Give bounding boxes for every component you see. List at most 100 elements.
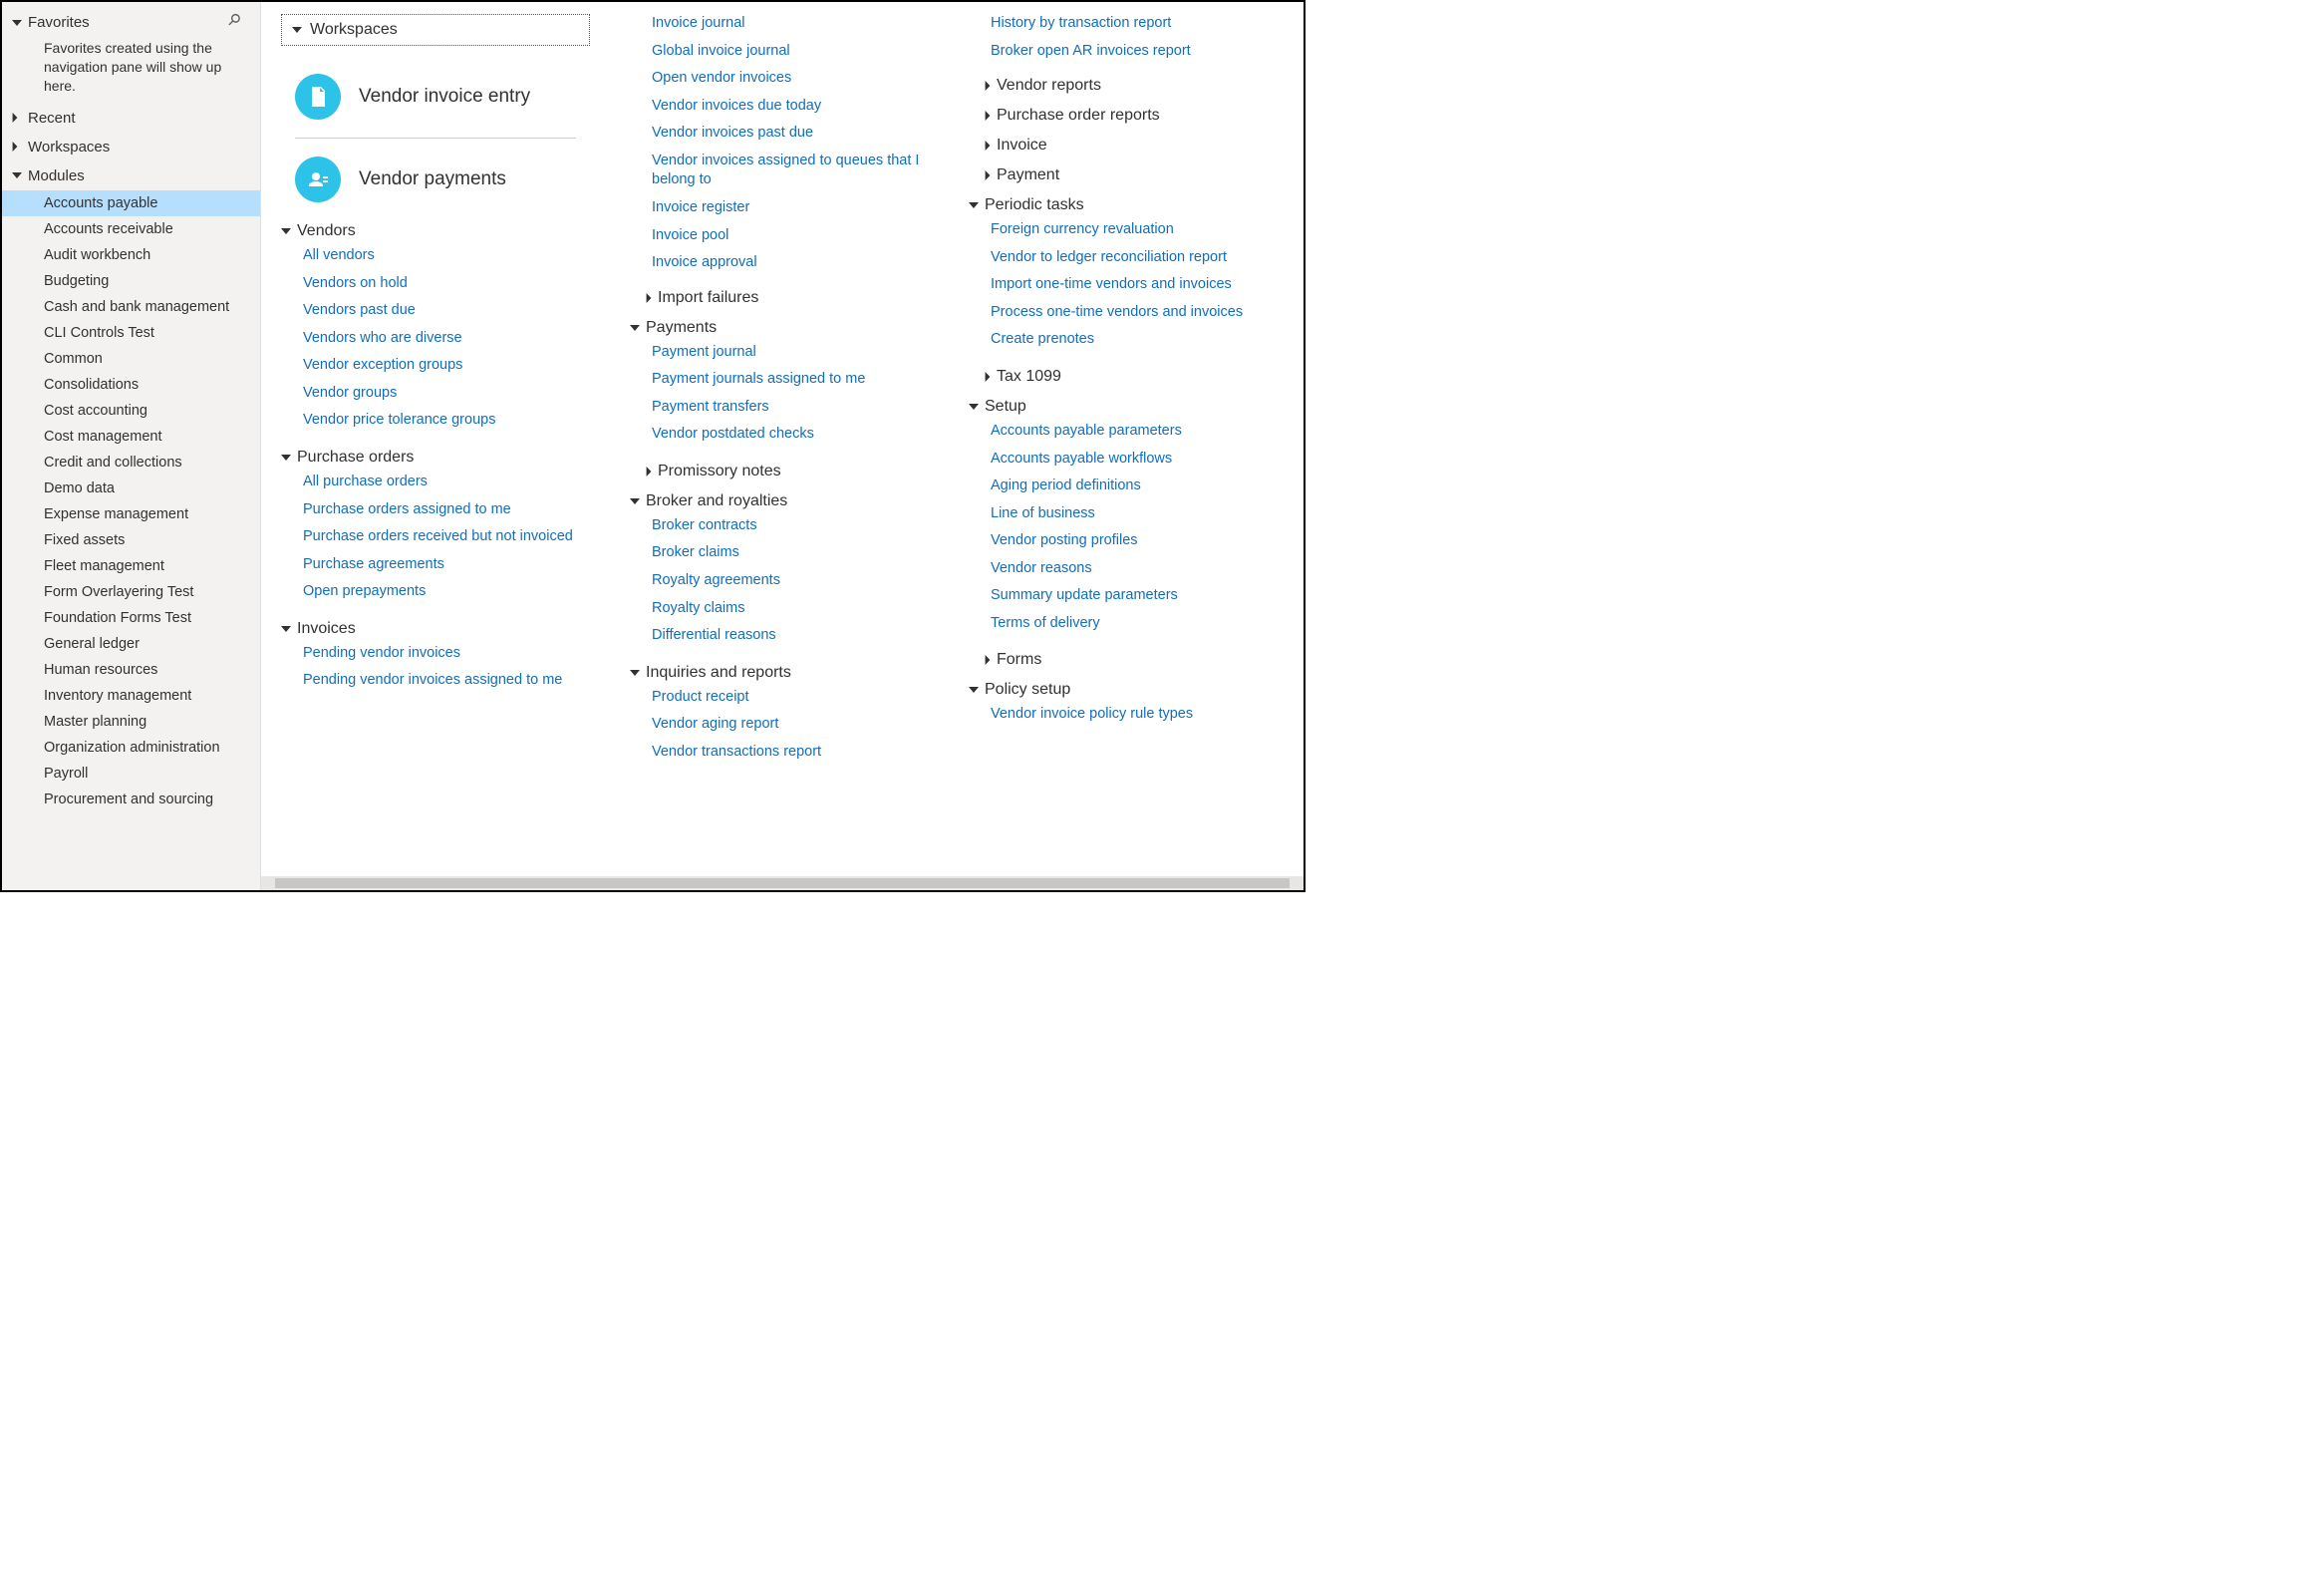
group-header[interactable]: Broker and royalties bbox=[630, 484, 929, 514]
link-item[interactable]: Broker open AR invoices report bbox=[969, 42, 1278, 62]
horizontal-scrollbar[interactable] bbox=[261, 876, 1304, 890]
link-item[interactable]: Create prenotes bbox=[991, 330, 1278, 350]
link-item[interactable]: Open prepayments bbox=[303, 582, 590, 602]
link-item[interactable]: Invoice register bbox=[630, 198, 929, 218]
link-item[interactable]: Pending vendor invoices bbox=[303, 644, 590, 664]
nav-module-item[interactable]: Cost management bbox=[2, 424, 260, 450]
nav-section-recent[interactable]: Recent bbox=[2, 104, 260, 133]
nav-module-item[interactable]: Credit and collections bbox=[2, 450, 260, 476]
nav-module-item[interactable]: Consolidations bbox=[2, 372, 260, 398]
link-item[interactable]: Invoice approval bbox=[630, 253, 929, 273]
link-item[interactable]: Vendor posting profiles bbox=[991, 531, 1278, 551]
nav-module-item[interactable]: Accounts receivable bbox=[2, 216, 260, 242]
link-item[interactable]: Vendor groups bbox=[303, 384, 590, 404]
link-item[interactable]: Royalty agreements bbox=[652, 571, 929, 591]
link-item[interactable]: Vendor aging report bbox=[652, 715, 929, 735]
nav-module-item[interactable]: Demo data bbox=[2, 476, 260, 501]
nav-module-item[interactable]: Payroll bbox=[2, 761, 260, 787]
nav-module-item[interactable]: Cash and bank management bbox=[2, 294, 260, 320]
link-item[interactable]: Royalty claims bbox=[652, 599, 929, 619]
link-item[interactable]: Process one-time vendors and invoices bbox=[991, 303, 1278, 323]
link-item[interactable]: Vendor reasons bbox=[991, 559, 1278, 579]
group-header[interactable]: Payments bbox=[630, 311, 929, 341]
link-item[interactable]: Differential reasons bbox=[652, 626, 929, 646]
link-item[interactable]: Pending vendor invoices assigned to me bbox=[303, 671, 590, 691]
nav-section-workspaces[interactable]: Workspaces bbox=[2, 133, 260, 161]
link-item[interactable]: All purchase orders bbox=[303, 473, 590, 492]
link-item[interactable]: History by transaction report bbox=[969, 14, 1278, 34]
link-item[interactable]: Vendor invoice policy rule types bbox=[991, 705, 1278, 725]
sidebar-scroll[interactable]: Favorites Favorites created using the na… bbox=[2, 2, 260, 890]
link-item[interactable]: Invoice pool bbox=[630, 226, 929, 246]
group-header[interactable]: Periodic tasks bbox=[969, 188, 1278, 218]
group-header[interactable]: Vendor reports bbox=[969, 69, 1278, 99]
link-item[interactable]: Global invoice journal bbox=[630, 42, 929, 62]
link-item[interactable]: Summary update parameters bbox=[991, 586, 1278, 606]
main-scroll[interactable]: Workspaces Vendor invoice entry Vendor p… bbox=[261, 2, 1304, 876]
group-header[interactable]: Purchase order reports bbox=[969, 99, 1278, 129]
group-header[interactable]: Tax 1099 bbox=[969, 360, 1278, 390]
nav-module-item[interactable]: General ledger bbox=[2, 631, 260, 657]
nav-module-item[interactable]: Audit workbench bbox=[2, 242, 260, 268]
group-header[interactable]: Promissory notes bbox=[630, 455, 929, 484]
link-item[interactable]: Purchase orders received but not invoice… bbox=[303, 527, 590, 547]
link-item[interactable]: Accounts payable workflows bbox=[991, 450, 1278, 470]
link-item[interactable]: Broker claims bbox=[652, 543, 929, 563]
link-item[interactable]: Foreign currency revaluation bbox=[991, 220, 1278, 240]
link-item[interactable]: Invoice journal bbox=[630, 14, 929, 34]
nav-module-item[interactable]: Common bbox=[2, 346, 260, 372]
link-item[interactable]: Vendor transactions report bbox=[652, 743, 929, 763]
link-item[interactable]: Vendors past due bbox=[303, 301, 590, 321]
nav-module-item[interactable]: Budgeting bbox=[2, 268, 260, 294]
link-item[interactable]: Purchase orders assigned to me bbox=[303, 500, 590, 520]
nav-module-item[interactable]: Procurement and sourcing bbox=[2, 787, 260, 812]
group-header[interactable]: Vendors bbox=[281, 214, 590, 244]
nav-module-item[interactable]: Organization administration bbox=[2, 735, 260, 761]
group-header[interactable]: Forms bbox=[969, 643, 1278, 673]
link-item[interactable]: Vendor invoices past due bbox=[630, 124, 929, 144]
group-header[interactable]: Purchase orders bbox=[281, 441, 590, 471]
link-item[interactable]: Product receipt bbox=[652, 688, 929, 708]
group-header[interactable]: Inquiries and reports bbox=[630, 656, 929, 686]
link-item[interactable]: Vendor invoices assigned to queues that … bbox=[630, 152, 929, 190]
group-header[interactable]: Invoices bbox=[281, 612, 590, 642]
link-item[interactable]: All vendors bbox=[303, 246, 590, 266]
link-item[interactable]: Line of business bbox=[991, 504, 1278, 524]
link-item[interactable]: Broker contracts bbox=[652, 516, 929, 536]
nav-module-item[interactable]: Master planning bbox=[2, 709, 260, 735]
nav-module-item[interactable]: Accounts payable bbox=[2, 190, 260, 216]
group-header[interactable]: Payment bbox=[969, 158, 1278, 188]
nav-module-item[interactable]: Cost accounting bbox=[2, 398, 260, 424]
link-item[interactable]: Vendor exception groups bbox=[303, 356, 590, 376]
link-item[interactable]: Terms of delivery bbox=[991, 614, 1278, 634]
link-item[interactable]: Accounts payable parameters bbox=[991, 422, 1278, 442]
link-item[interactable]: Open vendor invoices bbox=[630, 69, 929, 89]
nav-module-item[interactable]: Foundation Forms Test bbox=[2, 605, 260, 631]
group-header[interactable]: Setup bbox=[969, 390, 1278, 420]
nav-module-item[interactable]: Fixed assets bbox=[2, 527, 260, 553]
link-item[interactable]: Vendor invoices due today bbox=[630, 97, 929, 117]
nav-module-item[interactable]: Inventory management bbox=[2, 683, 260, 709]
link-item[interactable]: Aging period definitions bbox=[991, 476, 1278, 496]
link-item[interactable]: Vendor postdated checks bbox=[652, 425, 929, 445]
nav-module-item[interactable]: Expense management bbox=[2, 501, 260, 527]
nav-module-item[interactable]: CLI Controls Test bbox=[2, 320, 260, 346]
workspace-tile-vendor-invoice-entry[interactable]: Vendor invoice entry bbox=[281, 62, 590, 132]
nav-section-modules[interactable]: Modules bbox=[2, 161, 260, 190]
group-header[interactable]: Import failures bbox=[630, 281, 929, 311]
link-item[interactable]: Vendors who are diverse bbox=[303, 329, 590, 349]
nav-module-item[interactable]: Form Overlayering Test bbox=[2, 579, 260, 605]
nav-section-favorites[interactable]: Favorites bbox=[2, 8, 260, 37]
workspace-tile-vendor-payments[interactable]: Vendor payments bbox=[281, 145, 590, 214]
group-header[interactable]: Invoice bbox=[969, 129, 1278, 158]
link-item[interactable]: Payment journals assigned to me bbox=[652, 370, 929, 390]
link-item[interactable]: Vendors on hold bbox=[303, 274, 590, 294]
nav-module-item[interactable]: Fleet management bbox=[2, 553, 260, 579]
workspaces-header[interactable]: Workspaces bbox=[281, 14, 590, 46]
link-item[interactable]: Payment journal bbox=[652, 343, 929, 363]
link-item[interactable]: Purchase agreements bbox=[303, 555, 590, 575]
group-header[interactable]: Policy setup bbox=[969, 673, 1278, 703]
nav-module-item[interactable]: Human resources bbox=[2, 657, 260, 683]
link-item[interactable]: Payment transfers bbox=[652, 398, 929, 418]
link-item[interactable]: Import one-time vendors and invoices bbox=[991, 275, 1278, 295]
